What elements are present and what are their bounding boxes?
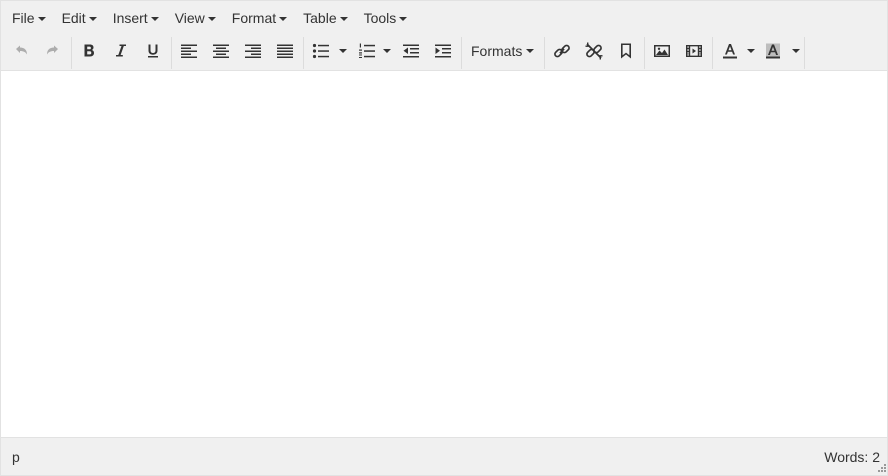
menu-tools[interactable]: Tools [356, 4, 416, 32]
rich-text-editor: File Edit Insert View Format Table Tools [0, 0, 888, 476]
align-right-button[interactable] [237, 35, 269, 67]
link-button[interactable] [546, 35, 578, 67]
unlink-button[interactable] [578, 35, 610, 67]
text-color-dropdown-caret[interactable] [747, 49, 755, 53]
align-left-button[interactable] [173, 35, 205, 67]
bold-button[interactable] [73, 35, 105, 67]
element-path[interactable]: p [12, 449, 20, 465]
toolbar: Formats [1, 35, 887, 71]
chevron-down-icon [150, 16, 159, 21]
menu-table[interactable]: Table [295, 4, 355, 32]
bullet-list-icon [312, 43, 329, 59]
menu-file[interactable]: File [4, 4, 54, 32]
image-icon [654, 45, 670, 57]
toolbar-separator [544, 37, 545, 69]
statusbar: p Words: 2 [1, 437, 887, 475]
toolbar-separator [171, 37, 172, 69]
insert-image-button[interactable] [646, 35, 678, 67]
toolbar-separator [644, 37, 645, 69]
align-center-icon [213, 44, 229, 58]
chevron-down-icon [399, 16, 408, 21]
menu-format[interactable]: Format [224, 4, 295, 32]
menu-format-label: Format [231, 10, 277, 26]
background-color-button[interactable] [757, 35, 789, 67]
menu-edit[interactable]: Edit [54, 4, 105, 32]
toolbar-separator [71, 37, 72, 69]
undo-icon [16, 45, 27, 55]
align-left-icon [181, 44, 197, 58]
chevron-down-icon [37, 16, 46, 21]
redo-button[interactable] [37, 35, 69, 67]
chevron-down-icon [526, 49, 535, 53]
outdent-icon [403, 44, 419, 58]
menubar: File Edit Insert View Format Table Tools [1, 1, 887, 35]
text-color-button[interactable] [714, 35, 746, 67]
menu-view-label: View [174, 10, 205, 26]
formats-label: Formats [471, 43, 523, 59]
bullet-list-button[interactable] [305, 35, 337, 67]
menu-insert-label: Insert [112, 10, 148, 26]
redo-icon [47, 45, 58, 55]
italic-button[interactable] [105, 35, 137, 67]
resize-handle-icon[interactable] [876, 464, 886, 474]
bold-icon [84, 44, 94, 57]
chevron-down-icon [88, 16, 97, 21]
align-center-button[interactable] [205, 35, 237, 67]
indent-button[interactable] [427, 35, 459, 67]
formats-dropdown[interactable]: Formats [471, 35, 535, 67]
background-color-icon [766, 43, 780, 59]
chevron-down-icon [207, 16, 216, 21]
background-color-dropdown-caret[interactable] [792, 49, 800, 53]
numbered-list-button[interactable] [351, 35, 383, 67]
outdent-button[interactable] [395, 35, 427, 67]
align-right-icon [245, 44, 261, 58]
editor-content-area[interactable] [1, 71, 887, 437]
chevron-down-icon [339, 16, 348, 21]
align-justify-icon [277, 44, 293, 58]
chevron-down-icon [279, 16, 288, 21]
bookmark-button[interactable] [610, 35, 642, 67]
menu-file-label: File [12, 10, 35, 26]
menu-view[interactable]: View [167, 4, 224, 32]
bookmark-icon [621, 43, 631, 59]
insert-media-button[interactable] [678, 35, 710, 67]
menu-edit-label: Edit [61, 10, 86, 26]
menu-tools-label: Tools [363, 10, 397, 26]
unlink-icon [585, 42, 603, 60]
menu-insert[interactable]: Insert [105, 4, 167, 32]
toolbar-separator [712, 37, 713, 69]
indent-icon [435, 44, 451, 58]
bullet-list-dropdown-caret[interactable] [339, 49, 347, 53]
underline-icon [148, 44, 158, 58]
numbered-list-dropdown-caret[interactable] [383, 49, 391, 53]
toolbar-separator [461, 37, 462, 69]
toolbar-separator [804, 37, 805, 69]
underline-button[interactable] [137, 35, 169, 67]
align-justify-button[interactable] [269, 35, 301, 67]
numbered-list-icon [359, 43, 375, 58]
menu-table-label: Table [303, 10, 337, 26]
link-icon [554, 44, 570, 58]
italic-icon [116, 44, 126, 57]
media-icon [686, 45, 702, 57]
text-color-icon [723, 44, 737, 59]
toolbar-separator [303, 37, 304, 69]
undo-button[interactable] [5, 35, 37, 67]
word-count: Words: 2 [824, 449, 880, 465]
